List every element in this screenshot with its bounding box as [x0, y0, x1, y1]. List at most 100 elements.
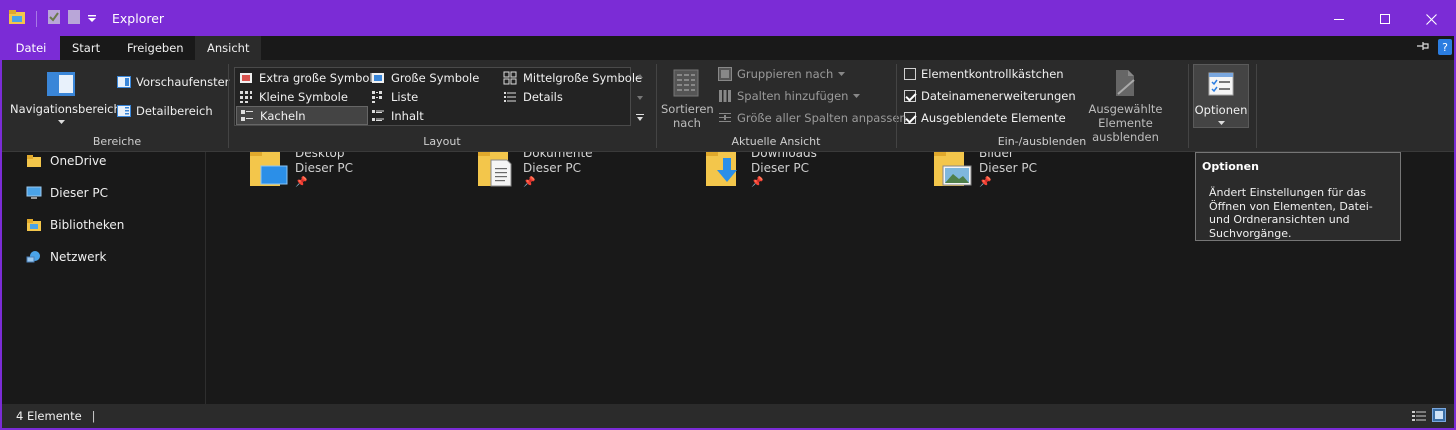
minimize-button[interactable] — [1316, 2, 1362, 36]
layout-content[interactable]: Inhalt — [368, 106, 500, 125]
tile-pictures[interactable]: Bilder Dieser PC 📌 — [933, 152, 1153, 196]
details-pane-button[interactable]: Detailbereich — [117, 104, 213, 118]
file-extensions-checkbox[interactable] — [904, 90, 916, 102]
nav-item-network[interactable]: Netzwerk — [26, 250, 106, 264]
nav-item-label: Dieser PC — [50, 186, 108, 200]
file-extensions-toggle[interactable]: Dateinamenerweiterungen — [904, 89, 1076, 103]
large-icons-view-icon — [1432, 408, 1446, 422]
group-divider — [228, 64, 229, 148]
desktop-folder-icon — [250, 152, 288, 186]
nav-item-onedrive[interactable]: OneDrive — [26, 154, 106, 168]
group-label-show-hide: Ein-/ausblenden — [997, 135, 1087, 148]
pin-ribbon-icon[interactable] — [1416, 40, 1430, 55]
tile-location: Dieser PC — [523, 161, 581, 175]
list-icon — [372, 90, 382, 103]
details-view-icon — [1412, 411, 1426, 421]
navigation-pane-button[interactable]: Navigationsbereich — [10, 64, 121, 128]
new-folder-icon[interactable] — [67, 9, 81, 28]
folder-icon[interactable] — [8, 9, 26, 28]
tile-name: Bilder — [979, 152, 1014, 160]
tile-location: Dieser PC — [751, 161, 809, 175]
tooltip-body: Ändert Einstellungen für das Öffnen von … — [1209, 186, 1373, 240]
layout-extra-large-icons[interactable]: Extra große Symbole — [236, 68, 380, 87]
nav-item-this-pc[interactable]: Dieser PC — [26, 186, 108, 200]
hidden-items-label: Ausgeblendete Elemente — [921, 111, 1066, 125]
tab-file[interactable]: Datei — [2, 36, 60, 60]
group-by-label: Gruppieren nach — [737, 67, 834, 81]
hidden-items-checkbox[interactable] — [904, 112, 916, 124]
item-count: 4 Elemente | — [16, 409, 96, 423]
details-pane-icon — [117, 105, 131, 117]
chevron-down-icon — [838, 72, 846, 76]
tab-share[interactable]: Freigeben — [115, 36, 196, 60]
layout-details[interactable]: Details — [500, 87, 630, 106]
tile-downloads[interactable]: Downloads Dieser PC 📌 — [705, 152, 925, 196]
preview-pane-icon — [117, 76, 131, 88]
hide-selected-button[interactable]: Ausgewählte Elemente ausblenden — [1067, 64, 1184, 144]
pin-icon: 📌 — [295, 177, 308, 188]
nav-item-label: OneDrive — [50, 154, 107, 168]
add-columns-button[interactable]: Spalten hinzufügen — [718, 89, 861, 103]
layout-medium-icons[interactable]: Mittelgroße Symbole — [500, 68, 642, 87]
close-icon — [1425, 13, 1437, 25]
tab-view[interactable]: Ansicht — [195, 36, 262, 60]
group-label-panes: Bereiche — [92, 135, 142, 148]
group-divider — [896, 64, 897, 148]
explorer-window: Explorer Datei Start Freigeben Ansicht ? — [0, 0, 1456, 430]
chevron-down-icon — [853, 94, 861, 98]
item-checkboxes-label: Elementkontrollkästchen — [921, 67, 1064, 81]
computer-icon — [26, 186, 42, 199]
size-columns-button[interactable]: Größe aller Spalten anpassen — [718, 111, 907, 125]
large-icons-view-toggle[interactable] — [1432, 408, 1446, 425]
chevron-down-icon — [1218, 121, 1225, 125]
maximize-button[interactable] — [1362, 2, 1408, 36]
details-pane-label: Detailbereich — [136, 104, 213, 118]
layout-gallery-scroll[interactable] — [634, 68, 646, 128]
hidden-items-toggle[interactable]: Ausgeblendete Elemente — [904, 111, 1066, 125]
options-label: Optionen — [1194, 103, 1248, 117]
ribbon-tabs: Datei Start Freigeben Ansicht ? — [2, 36, 1454, 60]
tile-name: Desktop — [295, 152, 345, 160]
layout-large-icons[interactable]: Große Symbole — [368, 68, 500, 87]
properties-icon[interactable] — [47, 9, 61, 28]
nav-item-label: Netzwerk — [50, 250, 107, 264]
pin-icon: 📌 — [523, 177, 536, 188]
preview-pane-label: Vorschaufenster — [136, 75, 230, 89]
tile-location: Dieser PC — [979, 161, 1037, 175]
extra-large-icons-icon — [240, 72, 252, 83]
gallery-scroll-arrows-icon — [636, 74, 644, 121]
navigation-pane-label: Navigationsbereich — [10, 102, 121, 116]
tile-desktop[interactable]: Desktop Dieser PC 📌 — [249, 152, 469, 196]
group-by-button[interactable]: Gruppieren nach — [718, 67, 846, 81]
window-title: Explorer — [112, 11, 165, 26]
group-divider — [1188, 64, 1189, 148]
tab-start[interactable]: Start — [60, 36, 112, 60]
onedrive-folder-icon — [27, 155, 41, 167]
group-label-layout: Layout — [423, 135, 461, 148]
details-view-toggle[interactable] — [1412, 410, 1426, 425]
layout-small-icons[interactable]: Kleine Symbole — [236, 87, 368, 106]
navigation-pane-icon — [47, 72, 75, 96]
layout-tiles[interactable]: Kacheln — [236, 106, 368, 125]
quick-access-toolbar — [8, 9, 97, 28]
customize-dropdown-icon[interactable] — [87, 12, 97, 26]
close-button[interactable] — [1408, 2, 1454, 36]
tile-documents[interactable]: Dokumente Dieser PC 📌 — [477, 152, 697, 196]
network-icon — [26, 251, 40, 263]
item-checkboxes-checkbox[interactable] — [904, 68, 916, 80]
item-checkboxes-toggle[interactable]: Elementkontrollkästchen — [904, 67, 1064, 81]
sort-by-button[interactable]: Sortieren nach — [661, 64, 714, 130]
minimize-icon — [1334, 19, 1344, 20]
help-icon[interactable]: ? — [1438, 39, 1452, 58]
size-columns-icon — [719, 113, 731, 122]
medium-icons-icon — [503, 71, 517, 84]
preview-pane-button[interactable]: Vorschaufenster — [117, 75, 229, 89]
group-by-icon — [718, 67, 732, 81]
add-columns-label: Spalten hinzufügen — [737, 89, 849, 103]
tooltip-title: Optionen — [1202, 160, 1259, 173]
layout-list[interactable]: Liste — [368, 87, 500, 106]
options-button[interactable]: Optionen — [1193, 64, 1249, 128]
tile-location: Dieser PC — [295, 161, 353, 175]
group-divider — [656, 64, 657, 148]
nav-item-libraries[interactable]: Bibliotheken — [26, 218, 124, 232]
